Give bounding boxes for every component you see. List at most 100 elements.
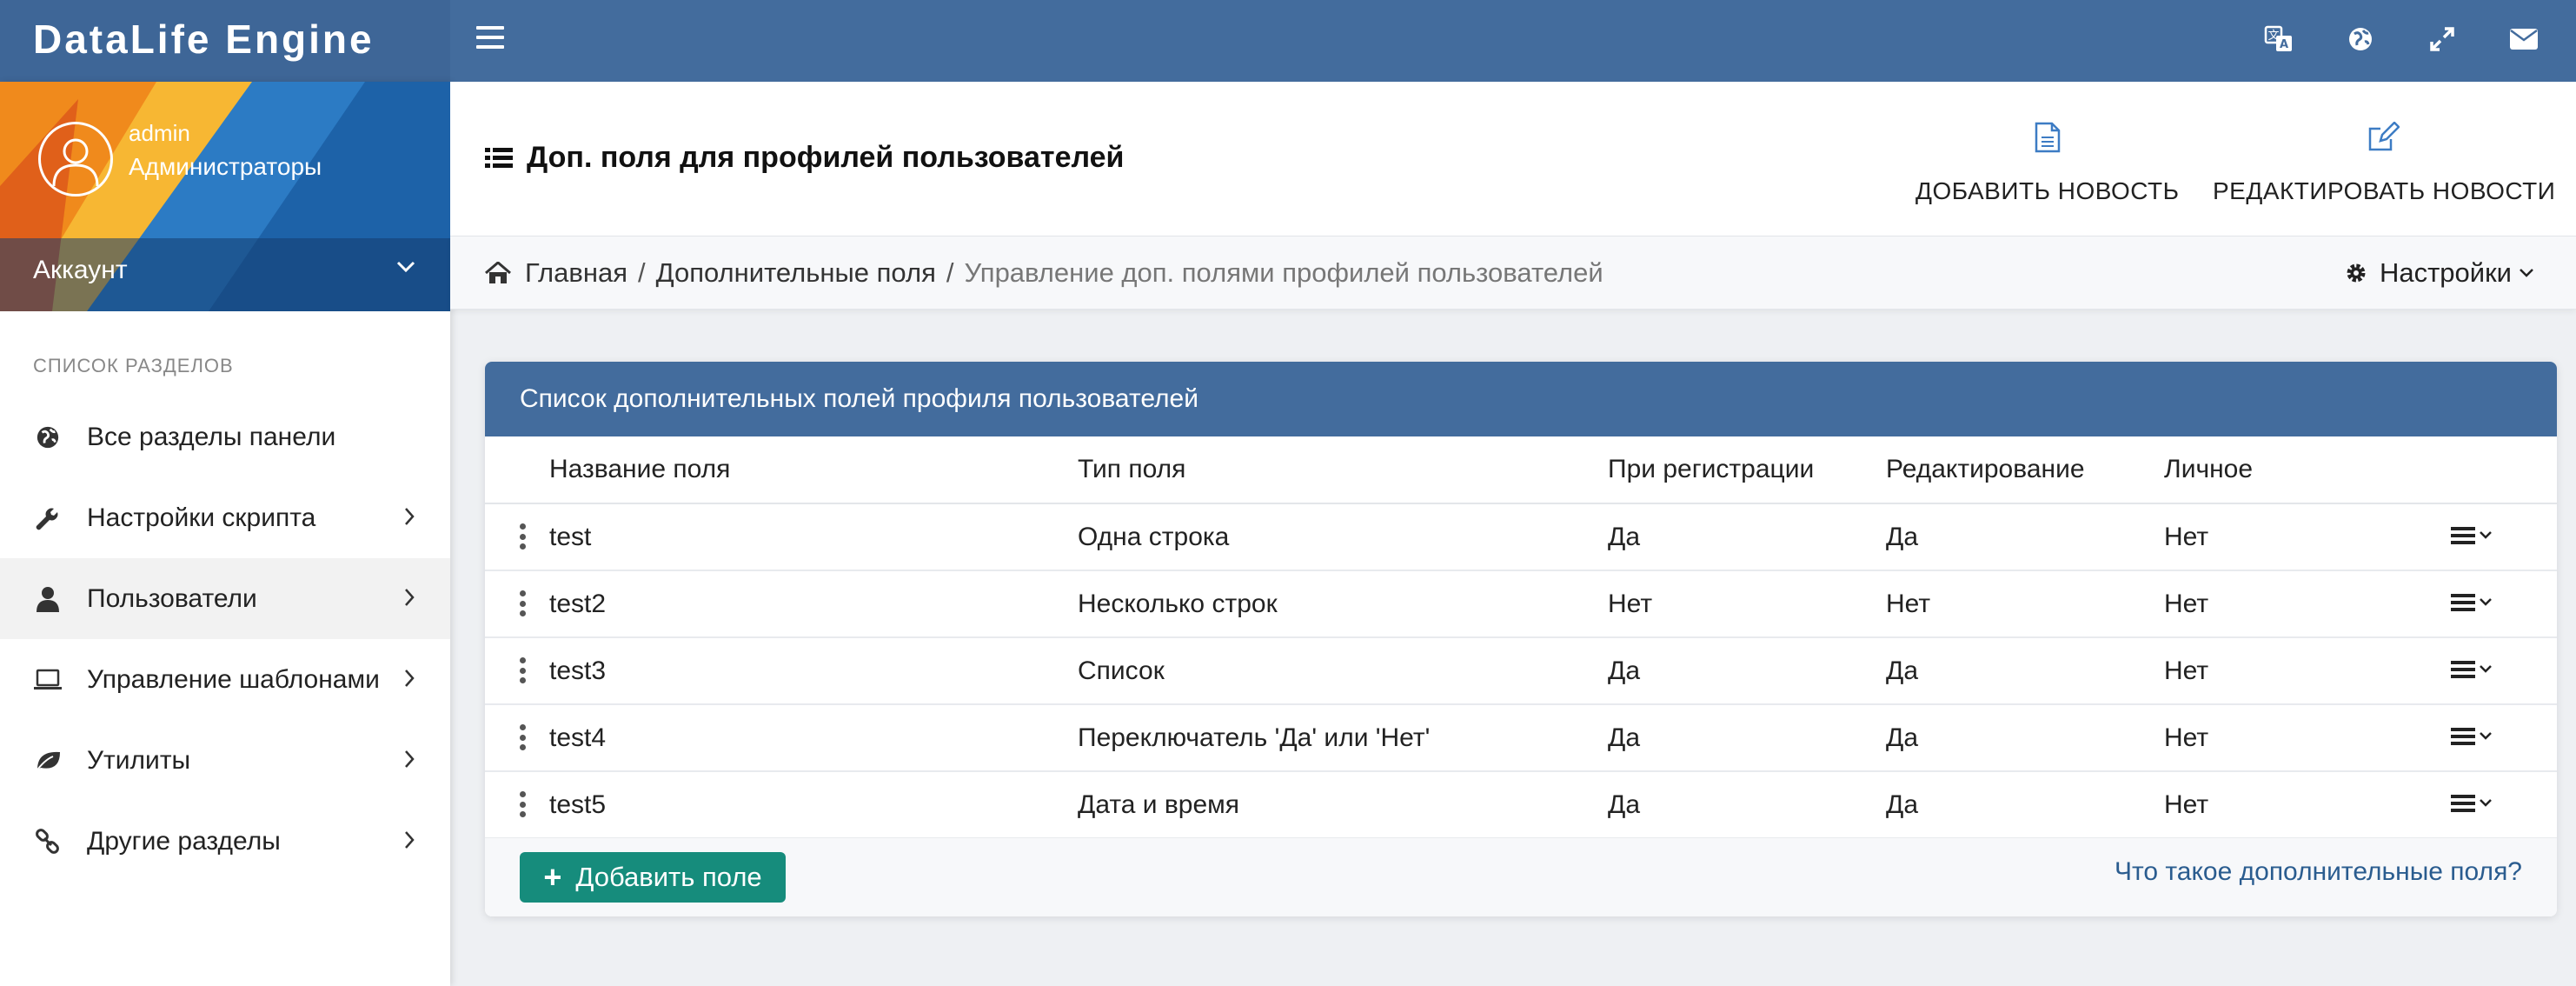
field-editing: Нет [1886,590,1931,618]
add-news-label: ДОБАВИТЬ НОВОСТЬ [1915,177,2180,204]
column-header-personal: Личное [2164,455,2254,483]
column-header-name: Название поля [549,455,731,483]
sidebar-item-label: Управление шаблонами [87,664,380,694]
file-icon [2035,122,2061,153]
laptop-icon [33,665,63,695]
field-type: Несколько строк [1078,590,1278,618]
account-dropdown[interactable]: Аккаунт [33,256,415,285]
leaf-icon [33,746,63,776]
drag-handle-icon[interactable] [520,657,527,683]
breadcrumb: Главная / Дополнительные поля / Управлен… [485,257,1603,289]
chevron-down-icon [2520,269,2533,277]
page-title-text: Доп. поля для профилей пользователей [527,141,1125,174]
section-title: СПИСОК РАЗДЕЛОВ [33,355,234,376]
user-name[interactable]: admin [129,120,190,147]
globe-icon[interactable] [2343,19,2378,59]
gear-icon [2347,263,2366,283]
home-icon[interactable] [485,262,511,284]
svg-text:A: A [2280,38,2288,51]
sidebar-item-all-sections[interactable]: Все разделы панели [0,396,450,477]
column-header-editing: Редактирование [1886,455,2085,483]
help-link[interactable]: Что такое дополнительные поля? [2115,857,2522,887]
user-panel: admin Администраторы Аккаунт [0,82,450,311]
breadcrumb-bar: Главная / Дополнительные поля / Управлен… [450,237,2576,310]
field-type: Список [1078,656,1165,685]
chevron-right-icon [405,589,415,606]
sidebar-item-label: Настройки скрипта [87,503,316,532]
field-editing: Да [1886,656,1919,685]
field-registration: Да [1608,656,1641,685]
top-bar: DataLife Engine 文A [0,0,2576,82]
breadcrumb-separator: / [638,257,646,288]
translate-icon[interactable]: 文A [2261,19,2296,59]
expand-icon[interactable] [2425,19,2460,59]
column-header-registration: При регистрации [1608,455,1815,483]
settings-dropdown[interactable]: Настройки [2345,257,2534,289]
globe-icon [33,423,63,452]
row-action-menu[interactable] [2451,726,2494,747]
row-action-menu[interactable] [2451,592,2494,613]
field-registration: Нет [1608,590,1653,618]
row-action-menu[interactable] [2451,793,2494,814]
field-editing: Да [1886,790,1919,819]
edit-news-button[interactable]: РЕДАКТИРОВАТЬ НОВОСТИ [2213,122,2555,205]
sidebar-item-label: Утилиты [87,745,191,775]
sidebar: admin Администраторы Аккаунт СПИСОК РАЗД… [0,82,450,986]
table-row: test2 Несколько строк Нет Нет Нет [485,571,2557,638]
row-action-menu[interactable] [2451,659,2494,680]
field-name: test5 [549,790,607,819]
chevron-right-icon [405,508,415,525]
field-name: test2 [549,590,607,618]
envelope-icon[interactable] [2506,19,2541,59]
bars-chevron-icon [2451,594,2492,611]
account-label: Аккаунт [33,256,128,284]
brand-logo[interactable]: DataLife Engine [0,0,450,82]
sidebar-item-label: Другие разделы [87,826,281,856]
chevron-down-icon [396,261,415,273]
drag-handle-icon[interactable] [520,791,527,817]
breadcrumb-separator: / [946,257,954,288]
field-type: Переключатель 'Да' или 'Нет' [1078,723,1431,752]
field-personal: Нет [2164,656,2209,685]
user-group: Администраторы [129,153,322,180]
add-field-button[interactable]: + Добавить поле [520,852,786,903]
page-title: Доп. поля для профилей пользователей [485,141,1124,175]
bars-chevron-icon [2451,661,2492,678]
add-field-label: Добавить поле [575,862,762,892]
sidebar-item-utilities[interactable]: Утилиты [0,720,450,801]
field-personal: Нет [2164,523,2209,551]
field-type: Дата и время [1078,790,1240,819]
hamburger-menu-icon[interactable] [476,26,504,52]
edit-icon [2368,122,2400,151]
table-row: test3 Список Да Да Нет [485,638,2557,705]
column-header-type: Тип поля [1078,455,1186,483]
extra-fields-panel: Список дополнительных полей профиля поль… [485,362,2557,916]
sidebar-item-templates[interactable]: Управление шаблонами [0,639,450,720]
page-header: Доп. поля для профилей пользователей ДОБ… [450,82,2576,237]
sidebar-item-users[interactable]: Пользователи [0,558,450,639]
sidebar-item-script-settings[interactable]: Настройки скрипта [0,477,450,558]
breadcrumb-extra-fields[interactable]: Дополнительные поля [656,257,936,289]
add-news-button[interactable]: ДОБАВИТЬ НОВОСТЬ [1915,122,2180,205]
avatar[interactable] [38,122,113,197]
wrench-icon [33,503,63,533]
field-personal: Нет [2164,590,2209,618]
sidebar-item-label: Все разделы панели [87,422,336,451]
field-personal: Нет [2164,790,2209,819]
table-row: test5 Дата и время Да Да Нет [485,772,2557,839]
bars-chevron-icon [2451,527,2492,544]
row-action-menu[interactable] [2451,525,2494,546]
field-editing: Да [1886,723,1919,752]
drag-handle-icon[interactable] [520,590,527,616]
field-name: test3 [549,656,607,685]
user-icon [33,584,63,614]
drag-handle-icon[interactable] [520,523,527,550]
breadcrumb-home[interactable]: Главная [525,257,627,289]
drag-handle-icon[interactable] [520,724,527,750]
breadcrumb-current: Управление доп. полями профилей пользова… [964,257,1603,288]
panel-footer: + Добавить поле Что такое дополнительные… [485,838,2557,916]
field-registration: Да [1608,790,1641,819]
sidebar-item-other[interactable]: Другие разделы [0,801,450,882]
chevron-right-icon [405,831,415,849]
field-registration: Да [1608,523,1641,551]
